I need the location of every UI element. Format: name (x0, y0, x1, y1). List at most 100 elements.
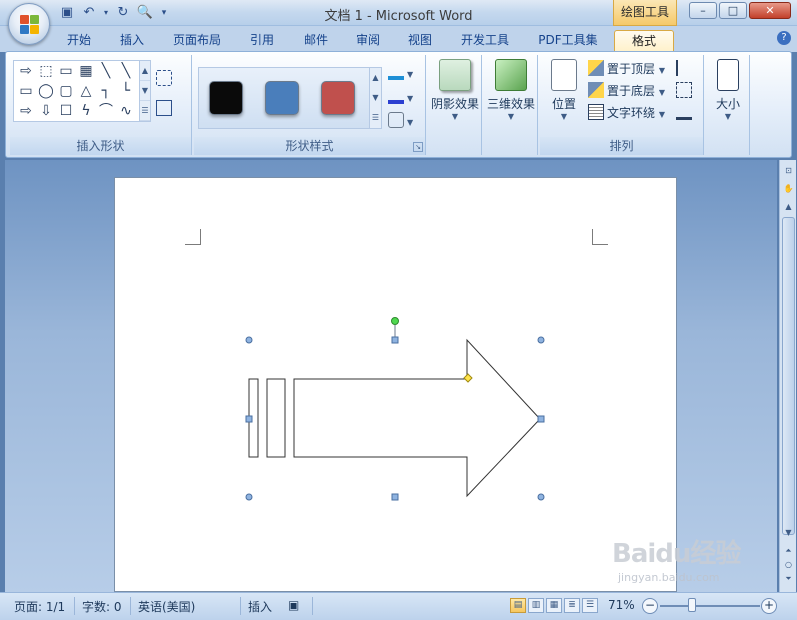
shape-arrow-line-icon[interactable]: ╲ (116, 62, 136, 80)
align-button[interactable] (676, 59, 695, 79)
shape-textbox-icon[interactable]: ▭ (56, 62, 76, 80)
document-page[interactable] (114, 177, 677, 592)
ruler-toggle-icon[interactable]: ⊡ (782, 164, 795, 178)
shape-oval-icon[interactable]: ◯ (36, 82, 56, 100)
tab-review[interactable]: 审阅 (346, 30, 390, 52)
group-objects-button[interactable] (676, 81, 695, 101)
scroll-thumb[interactable] (782, 217, 795, 535)
close-button[interactable]: ✕ (749, 2, 791, 19)
resize-handle-bottom-left[interactable] (245, 493, 253, 501)
group-size: 大小 ▼ (706, 55, 750, 155)
zoom-in-button[interactable]: + (761, 598, 777, 614)
word-count[interactable]: 字数: 0 (82, 598, 122, 615)
minimize-button[interactable]: – (689, 2, 717, 19)
shape-rounded-rect-icon[interactable]: ▢ (56, 82, 76, 100)
3d-effects-button[interactable]: 三维效果 ▼ (484, 59, 538, 121)
shape-callout-icon[interactable]: ⬚ (36, 62, 56, 80)
shape-styles-gallery[interactable]: ▲ ▼ ☰ (198, 67, 382, 129)
shape-triangle-icon[interactable]: △ (76, 82, 96, 100)
scroll-down-icon[interactable]: ▼ (370, 88, 381, 108)
shadow-effects-button[interactable]: 阴影效果 ▼ (428, 59, 482, 121)
tab-home[interactable]: 开始 (56, 30, 102, 52)
scroll-up-icon[interactable]: ▲ (140, 61, 150, 81)
text-wrap-button[interactable]: 文字环绕 ▼ (588, 103, 665, 123)
language-indicator[interactable]: 英语(美国) (138, 598, 195, 615)
scroll-up-icon[interactable]: ▲ (370, 68, 381, 88)
position-button[interactable]: 位置 ▼ (544, 59, 584, 121)
web-layout-view-icon[interactable]: ▦ (546, 598, 562, 613)
shape-lightning-icon[interactable]: ϟ (76, 102, 96, 120)
rotate-button[interactable] (676, 103, 695, 123)
tab-view[interactable]: 视图 (398, 30, 442, 52)
print-layout-view-icon[interactable]: ▤ (510, 598, 526, 613)
zoom-out-button[interactable]: − (642, 598, 658, 614)
tab-mailings[interactable]: 邮件 (294, 30, 338, 52)
style-swatch-red[interactable] (321, 81, 355, 115)
change-shape-button[interactable]: ▼ (388, 111, 413, 131)
tab-insert[interactable]: 插入 (110, 30, 154, 52)
gallery-more-icon[interactable]: ☰ (370, 108, 381, 128)
striped-right-arrow-shape[interactable] (248, 338, 541, 498)
resize-handle-top-left[interactable] (245, 336, 253, 344)
insert-mode[interactable]: 插入 (248, 598, 272, 615)
zoom-slider[interactable] (660, 605, 760, 607)
text-box-button[interactable] (156, 99, 175, 119)
shape-block-right-arrow-icon[interactable]: ⇨ (16, 102, 36, 120)
scroll-down-icon[interactable]: ▼ (140, 81, 150, 101)
outline-view-icon[interactable]: ≣ (564, 598, 580, 613)
shapes-gallery[interactable]: ⇨ ⬚ ▭ ▦ ╲ ╲ ▭ ◯ ▢ △ ┐ └ ⇨ ⇩ ☐ ϟ ⌒ ∿ ▲ ▼ … (13, 60, 151, 122)
resize-handle-bottom-right[interactable] (537, 493, 545, 501)
zoom-slider-thumb[interactable] (688, 598, 696, 612)
tab-references[interactable]: 引用 (240, 30, 284, 52)
resize-handle-top[interactable] (391, 336, 399, 344)
page-count[interactable]: 页面: 1/1 (14, 598, 65, 615)
help-icon[interactable]: ? (777, 31, 791, 45)
office-button[interactable] (8, 3, 50, 45)
zoom-level[interactable]: 71% (608, 598, 635, 612)
resize-handle-top-right[interactable] (537, 336, 545, 344)
style-swatch-black[interactable] (209, 81, 243, 115)
draft-view-icon[interactable]: ☰ (582, 598, 598, 613)
group-3d-effects: 三维效果 ▼ (484, 55, 538, 155)
resize-handle-right[interactable] (537, 415, 545, 423)
shape-curve-icon[interactable]: ∿ (116, 102, 136, 120)
shape-elbow-arrow-icon[interactable]: └ (116, 82, 136, 100)
next-page-icon[interactable]: ⏷ (782, 572, 795, 586)
resize-handle-left[interactable] (245, 415, 253, 423)
maximize-button[interactable]: □ (719, 2, 747, 19)
tab-format[interactable]: 格式 (614, 30, 674, 52)
text-box-icon (156, 100, 172, 116)
scroll-up-icon[interactable]: ▲ (782, 200, 795, 214)
size-button[interactable]: 大小 ▼ (706, 59, 750, 121)
shape-right-arrow-icon[interactable]: ⇨ (16, 62, 36, 80)
shapes-gallery-scroll: ▲ ▼ ☰ (139, 61, 150, 121)
shape-down-arrow-icon[interactable]: ⇩ (36, 102, 56, 120)
tab-page-layout[interactable]: 页面布局 (164, 30, 230, 52)
edit-shape-button[interactable] (156, 69, 175, 89)
shape-elbow-connector-icon[interactable]: ┐ (96, 82, 116, 100)
shape-arc-icon[interactable]: ⌒ (96, 102, 116, 120)
bring-to-front-button[interactable]: 置于顶层 ▼ (588, 59, 665, 79)
scroll-down-icon[interactable]: ▼ (782, 526, 795, 540)
shape-pentagon-icon[interactable]: ☐ (56, 102, 76, 120)
group-label-insert-shapes: 插入形状 (10, 137, 191, 155)
style-swatch-blue[interactable] (265, 81, 299, 115)
previous-page-icon[interactable]: ⏶ (782, 544, 795, 558)
tab-developer[interactable]: 开发工具 (452, 30, 518, 52)
dialog-launcher-icon[interactable]: ↘ (413, 142, 423, 152)
full-screen-reading-view-icon[interactable]: ▥ (528, 598, 544, 613)
shape-fill-button[interactable]: ▼ (388, 63, 413, 83)
gallery-more-icon[interactable]: ☰ (140, 101, 150, 121)
vertical-scrollbar[interactable]: ⊡ ✋ ▲ ▼ ⏶ ○ ⏷ (779, 160, 796, 592)
hand-icon[interactable]: ✋ (782, 182, 795, 196)
send-to-back-button[interactable]: 置于底层 ▼ (588, 81, 665, 101)
shape-outline-button[interactable]: ▼ (388, 87, 413, 107)
tab-pdf-tools[interactable]: PDF工具集 (528, 30, 608, 52)
rotation-handle[interactable] (391, 317, 399, 325)
shape-vertical-textbox-icon[interactable]: ▦ (76, 62, 96, 80)
shape-line-icon[interactable]: ╲ (96, 62, 116, 80)
select-browse-object-icon[interactable]: ○ (782, 558, 795, 572)
macro-record-icon[interactable]: ▣ (288, 598, 299, 612)
shape-rectangle-icon[interactable]: ▭ (16, 82, 36, 100)
resize-handle-bottom[interactable] (391, 493, 399, 501)
